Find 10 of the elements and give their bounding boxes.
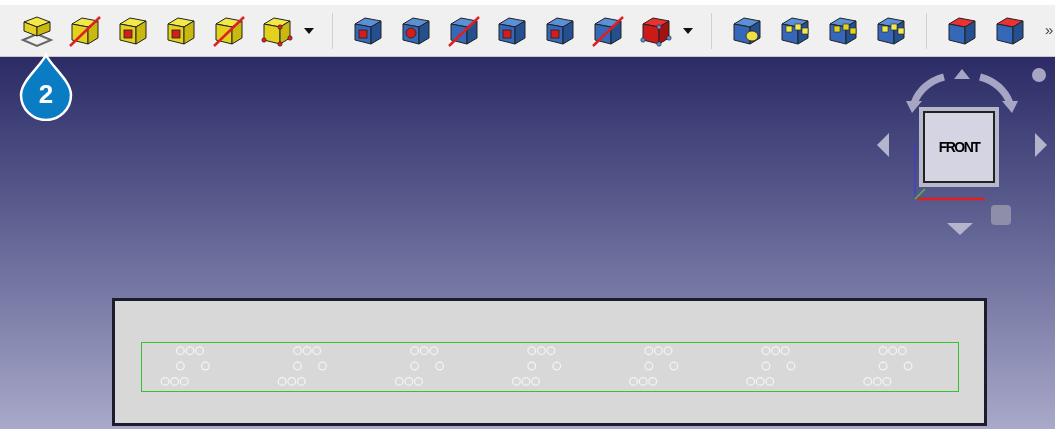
overflow-button[interactable]: » xyxy=(1041,19,1055,42)
caret-icon[interactable] xyxy=(304,26,314,35)
right-arrow-icon[interactable] xyxy=(1035,133,1047,157)
callout-number: 2 xyxy=(37,81,55,107)
left-arrow-icon[interactable] xyxy=(877,133,889,157)
cube-face-label: FRONT xyxy=(938,137,980,157)
down-arrow-icon[interactable] xyxy=(947,223,973,235)
caret-icon[interactable] xyxy=(683,26,693,35)
view-menu-icon[interactable] xyxy=(1031,67,1047,83)
box-on-plane-icon[interactable] xyxy=(20,13,54,48)
